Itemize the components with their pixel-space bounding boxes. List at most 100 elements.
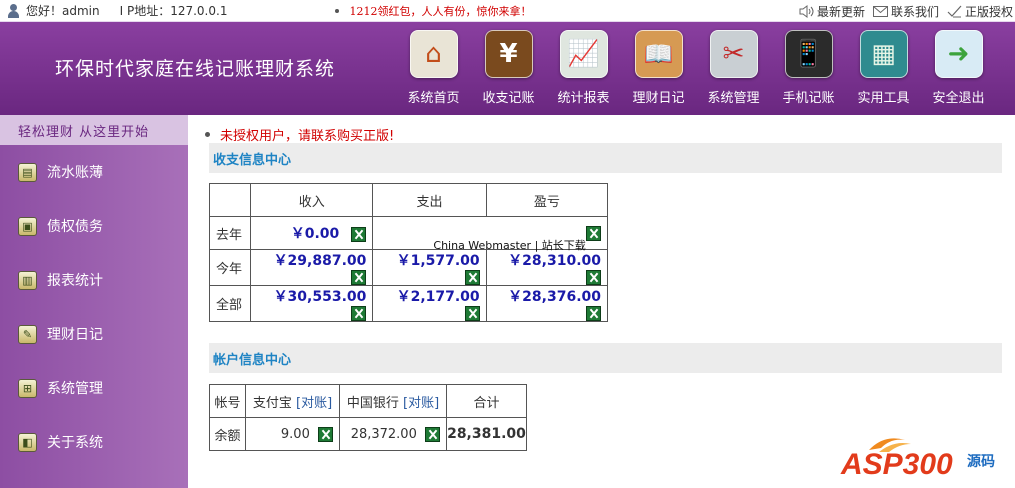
header-empty: [208, 183, 252, 217]
excel-export-icon[interactable]: [586, 225, 601, 241]
profit-value: ￥28,376.00: [508, 289, 601, 305]
nav-label: 理财日记: [632, 91, 685, 106]
notice-text: 1212领红包，人人有份，惊你来拿！: [349, 4, 532, 18]
watermark-text: China Webmaster | 站长下载: [433, 239, 586, 252]
debt-icon: ▣: [18, 216, 37, 236]
diary-icon: ✎: [18, 324, 37, 344]
profit-value: ￥28,310.00: [508, 253, 601, 269]
nav-item-6[interactable]: ▦ 实用工具: [846, 30, 921, 106]
boc-reconcile-link[interactable]: [对账]: [403, 396, 439, 411]
excel-export-icon[interactable]: [351, 306, 367, 321]
calculator-icon: ▦: [859, 30, 908, 78]
latest-updates-link[interactable]: 最新更新: [799, 3, 865, 20]
exit-icon: ➜: [934, 30, 983, 78]
user-icon: [6, 3, 22, 19]
user-info: 您好！admin: [0, 2, 100, 19]
nav-item-7[interactable]: ➜ 安全退出: [921, 30, 996, 106]
excel-export-icon[interactable]: [318, 426, 333, 442]
expense-value: ￥1,577.00: [396, 253, 480, 269]
latest-updates-label: 最新更新: [816, 4, 865, 19]
header-total: 合计: [446, 384, 527, 418]
check-icon: [947, 5, 962, 17]
nav-label: 收支记账: [482, 91, 535, 106]
profit-cell: ￥28,376.00: [485, 285, 609, 322]
table-row: 余额 9.00 28,372.00 28,381.00: [209, 417, 527, 451]
phone-icon: 📱: [784, 30, 833, 78]
sidebar-item-label: 报表统计: [47, 273, 103, 289]
nav-item-0[interactable]: ⌂ 系统首页: [396, 30, 471, 106]
report-icon: ▥: [18, 270, 37, 290]
nav-item-5[interactable]: 📱 手机记账: [771, 30, 846, 106]
boc-label: 中国银行: [346, 395, 399, 411]
row-label: 余额: [209, 417, 246, 451]
table-row: 全部 ￥30,553.00 ￥2,177.00 ￥28,376.00: [208, 285, 609, 322]
alipay-balance: 9.00: [280, 426, 310, 442]
header-profit: 盈亏: [485, 183, 609, 217]
excel-export-icon[interactable]: [586, 270, 601, 285]
excel-export-icon[interactable]: [425, 426, 440, 442]
chart-icon: 📈: [559, 30, 608, 78]
boc-balance-cell: 28,372.00: [339, 417, 447, 451]
ip-address: I P地址：127.0.0.1: [119, 4, 228, 18]
about-icon: ◧: [18, 432, 37, 452]
nav-label: 系统管理: [707, 91, 760, 106]
nav-item-3[interactable]: 📖 理财日记: [621, 30, 696, 106]
income-cell: ￥0.00: [250, 216, 374, 250]
row-label: 全部: [208, 285, 252, 322]
nav-label: 实用工具: [857, 91, 910, 106]
contact-link[interactable]: 联系我们: [872, 3, 939, 20]
table-row: 今年 ￥29,887.00 ￥1,577.00 ￥28,310.00: [208, 249, 609, 286]
expense-cell: ￥1,577.00: [372, 249, 487, 286]
license-warning: 未授权用户，请联系购买正版!: [205, 125, 394, 144]
sidebar-item-label: 债权债务: [47, 219, 103, 235]
alipay-reconcile-link[interactable]: [对账]: [296, 396, 332, 411]
license-link[interactable]: 正版授权: [947, 3, 1013, 20]
top-links: 最新更新 联系我们 正版授权: [799, 0, 1013, 22]
expense-profit-cell: China Webmaster | 站长下载: [372, 216, 608, 252]
sidebar-item-5[interactable]: ◧ 关于系统: [0, 415, 188, 469]
total-balance: 28,381.00: [446, 417, 527, 451]
sidebar-item-3[interactable]: ✎ 理财日记: [0, 307, 188, 361]
mail-icon: [872, 5, 888, 17]
nav-label: 统计报表: [557, 91, 610, 106]
table-header-row: 收入 支出 盈亏: [208, 183, 609, 217]
nav-item-4[interactable]: ✂ 系统管理: [696, 30, 771, 106]
sidebar-item-0[interactable]: ▤ 流水账薄: [0, 145, 188, 199]
excel-export-icon[interactable]: [464, 270, 480, 285]
header-income: 收入: [250, 183, 374, 217]
income-value: ￥29,887.00: [273, 253, 367, 269]
ledger-icon: ▤: [18, 162, 37, 182]
excel-export-icon[interactable]: [586, 306, 601, 321]
table-row: 去年 ￥0.00 China Webmaster | 站长下载: [208, 216, 608, 252]
excel-export-icon[interactable]: [351, 270, 367, 285]
income-section-header: 收支信息中心: [209, 143, 1002, 173]
sidebar-item-4[interactable]: ⊞ 系统管理: [0, 361, 188, 415]
yen-book-icon: ¥: [484, 30, 533, 78]
sidebar-item-1[interactable]: ▣ 债权债务: [0, 199, 188, 253]
nav-label: 安全退出: [932, 91, 985, 106]
header-expense: 支出: [372, 183, 487, 217]
account-table: 帐号 支付宝 [对账] 中国银行 [对账] 合计 余额 9.00 28,372.…: [209, 384, 527, 451]
header-boc: 中国银行 [对账]: [339, 384, 447, 418]
income-value: ￥30,553.00: [273, 289, 367, 305]
row-label: 今年: [208, 249, 252, 286]
sidebar-menu: ▤ 流水账薄 ▣ 债权债务 ▥ 报表统计 ✎ 理财日记 ⊞ 系统管理 ◧ 关于系统: [0, 145, 188, 469]
windows-icon: ⊞: [18, 378, 37, 398]
bullet-icon: [335, 8, 340, 13]
excel-export-icon[interactable]: [351, 227, 367, 242]
boc-balance: 28,372.00: [350, 426, 417, 442]
nav-item-2[interactable]: 📈 统计报表: [546, 30, 621, 106]
sidebar-item-2[interactable]: ▥ 报表统计: [0, 253, 188, 307]
notice-marquee[interactable]: 1212领红包，人人有份，惊你来拿！: [335, 3, 531, 19]
nav-item-1[interactable]: ¥ 收支记账: [471, 30, 546, 106]
header: 环保时代家庭在线记账理财系统 ⌂ 系统首页 ¥ 收支记账 📈 统计报表 📖 理财日记 ✂ 系统管理…: [0, 22, 1015, 115]
nav-label: 手机记账: [782, 91, 835, 106]
income-table: 收入 支出 盈亏 去年 ￥0.00 China Webmaster | 站长下载…: [208, 183, 609, 322]
logo-text: ASP300: [840, 448, 953, 481]
sidebar-slogan: 轻松理财 从这里开始: [0, 115, 188, 145]
income-cell: ￥29,887.00: [250, 249, 374, 286]
top-bar: 您好！admin I P地址：127.0.0.1 1212领红包，人人有份，惊你…: [0, 0, 1015, 22]
book-icon: 📖: [634, 30, 683, 78]
excel-export-icon[interactable]: [464, 306, 480, 321]
income-value: ￥0.00: [290, 226, 340, 242]
